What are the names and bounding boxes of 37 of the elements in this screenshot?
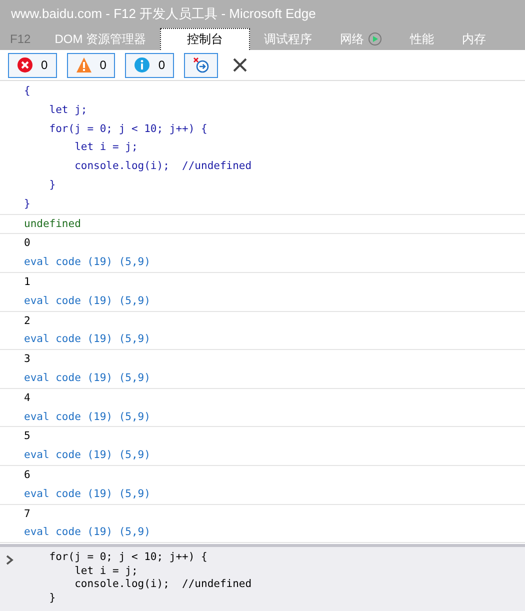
code-line: let i = j; [74,140,139,156]
log-value: 6 [24,468,32,483]
warning-icon [76,57,92,73]
prompt-icon [6,555,14,565]
code-line: let j; [48,102,88,118]
result-text: undefined [24,216,82,232]
info-icon [134,57,150,73]
log-value: 1 [24,274,32,290]
source-link[interactable]: eval code (19) (5,9) [24,526,150,538]
source-link[interactable]: eval code (19) (5,9) [24,488,150,500]
source-link[interactable]: eval code (19) (5,9) [24,333,150,346]
code-line: } [48,178,57,193]
source-link[interactable]: eval code (19) (5,9) [24,256,150,268]
source-link[interactable]: eval code (19) (5,9) [24,372,150,384]
window-title: www.baidu.com - F12 开发人员工具 - Microsoft Edge [11,5,316,23]
error-icon [17,57,33,73]
log-value: 0 [24,236,32,252]
source-link[interactable]: eval code (19) (5,9) [24,294,150,307]
clear-on-navigate-button[interactable] [184,52,218,78]
code-line: { [24,84,32,99]
log-value: 2 [24,314,32,329]
log-value: 3 [24,352,32,368]
arrow-circle-icon [193,57,210,73]
filter-button[interactable]: 0 [8,52,57,78]
filter-button[interactable]: 0 [66,52,116,78]
log-value: 7 [24,506,32,522]
close-icon [232,57,248,73]
play-icon [368,32,382,46]
log-value: 4 [24,390,32,406]
log-value: 5 [24,429,32,444]
code-line: for(j = 0; j < 10; j++) { [48,122,208,137]
tab[interactable]: 控制台 [160,28,250,50]
source-link[interactable]: eval code (19) (5,9) [24,449,150,462]
source-link[interactable]: eval code (19) (5,9) [24,410,150,423]
code-line: } [24,196,32,212]
filter-button[interactable]: 0 [125,52,174,78]
code-line: console.log(i); //undefined [74,159,253,174]
